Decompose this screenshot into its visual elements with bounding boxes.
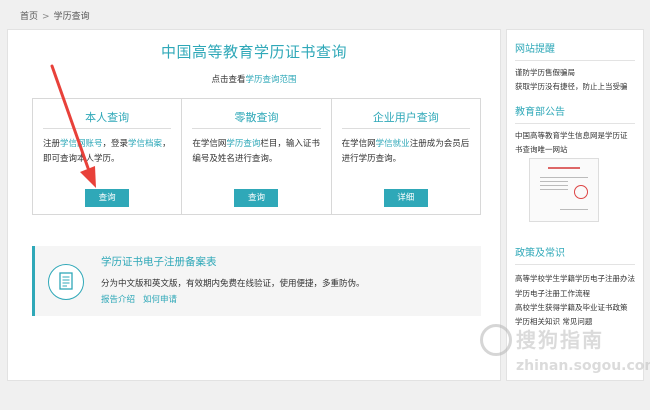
sidebar-link: 学历相关知识 常见问题 [515, 315, 635, 329]
sidebar-reminder: 网站提醒 谨防学历售假骗局 获取学历没有捷径，防止上当受骗 [515, 40, 635, 94]
how-to-apply-link[interactable]: 如何申请 [143, 295, 177, 305]
doc-line [540, 185, 568, 186]
doc-line [540, 177, 588, 178]
report-intro-link[interactable]: 报告介绍 [101, 295, 135, 305]
divider [341, 128, 470, 129]
xuexin-archive-link[interactable]: 学信档案 [128, 139, 162, 149]
desc-text: 在学信网 [341, 139, 376, 149]
card-desc: 注册学信网账号，登录学信档案，即可查询本人学历。 [43, 137, 173, 167]
personal-query-button[interactable]: 查询 [85, 189, 130, 207]
desc-text: 在学信网 [192, 139, 227, 149]
card-title: 企业用户查询 [372, 111, 439, 124]
sidebar-link[interactable]: 学历电子注册工作流程 [515, 287, 635, 301]
degree-query-link[interactable]: 学历查询 [226, 139, 260, 149]
announcement-document-thumbnail[interactable] [529, 158, 599, 222]
sidebar-title: 教育部公告 [515, 103, 635, 124]
registration-desc: 分为中文版和英文版，有效期内免费在线验证，使用便捷，多重防伪。 [101, 279, 365, 289]
breadcrumb-current: 学历查询 [53, 12, 90, 22]
card-single-query: 零散查询 在学信网学历查询栏目，输入证书编号及姓名进行查询。 查询 [182, 99, 332, 214]
doc-line [540, 189, 568, 190]
enterprise-details-button[interactable]: 详细 [383, 189, 428, 207]
sidebar-link[interactable]: 谨防学历售假骗局 [515, 66, 635, 80]
sidebar-policy: 政策及常识 高等学校学生学籍学历电子注册办法 学历电子注册工作流程 高校学生获得… [515, 244, 635, 329]
card-personal-query: 本人查询 注册学信网账号，登录学信档案，即可查询本人学历。 查询 [33, 99, 183, 214]
query-cards: 本人查询 注册学信网账号，登录学信档案，即可查询本人学历。 查询 零散查询 在学… [32, 98, 481, 215]
card-title: 零散查询 [234, 111, 279, 124]
xuexin-jobs-link[interactable]: 学信就业 [376, 139, 410, 149]
sidebar-link[interactable]: 中国高等教育学生信息网是学历证 [515, 129, 635, 143]
doc-line [540, 181, 568, 182]
desc-text: ，登录 [102, 139, 129, 149]
registration-links: 报告介绍 如何申请 [101, 293, 185, 305]
sidebar-title: 网站提醒 [515, 40, 635, 61]
divider [192, 128, 321, 129]
main-panel: 中国高等教育学历证书查询 点击查看学历查询范围 本人查询 注册学信网账号，登录学… [7, 29, 501, 381]
single-query-button[interactable]: 查询 [234, 189, 279, 207]
sidebar-link[interactable]: 学历相关知识 [515, 317, 560, 326]
card-enterprise-query: 企业用户查询 在学信网学信就业注册成为会员后进行学历查询。 详细 [332, 99, 480, 214]
doc-line [560, 209, 588, 210]
seal-icon [574, 185, 588, 199]
sidebar-link[interactable]: 高校学生获得学籍及毕业证书政策 [515, 301, 635, 315]
page-title: 中国高等教育学历证书查询 [160, 43, 347, 61]
sidebar-link[interactable]: 书查询唯一网站 [515, 143, 635, 157]
registration-form-panel: 学历证书电子注册备案表 分为中文版和英文版，有效期内免费在线验证，使用便捷，多重… [32, 246, 481, 316]
sidebar: 网站提醒 谨防学历售假骗局 获取学历没有捷径，防止上当受骗 教育部公告 中国高等… [506, 29, 644, 381]
sidebar-link[interactable]: 获取学历没有捷径，防止上当受骗 [515, 80, 635, 94]
doc-header-line [548, 167, 580, 169]
breadcrumb: 首页 > 学历查询 [20, 9, 90, 22]
divider [43, 128, 172, 129]
registration-title[interactable]: 学历证书电子注册备案表 [101, 254, 217, 269]
card-desc: 在学信网学信就业注册成为会员后进行学历查询。 [342, 137, 472, 167]
card-title: 本人查询 [85, 111, 130, 124]
sidebar-link[interactable]: 常见问题 [562, 317, 592, 326]
sidebar-announcement: 教育部公告 中国高等教育学生信息网是学历证 书查询唯一网站 [515, 103, 635, 157]
breadcrumb-separator: > [42, 12, 50, 22]
query-scope-link[interactable]: 学历查询范围 [246, 75, 297, 85]
breadcrumb-home[interactable]: 首页 [20, 12, 38, 22]
subtitle-prefix: 点击查看 [211, 75, 246, 85]
subtitle: 点击查看学历查询范围 [8, 73, 500, 85]
sidebar-title: 政策及常识 [515, 244, 635, 265]
document-icon [48, 264, 84, 300]
xuexin-account-link[interactable]: 学信网账号 [60, 139, 103, 149]
sidebar-link[interactable]: 高等学校学生学籍学历电子注册办法 [515, 272, 635, 285]
card-desc: 在学信网学历查询栏目，输入证书编号及姓名进行查询。 [192, 137, 322, 167]
desc-text: 注册 [43, 139, 61, 149]
